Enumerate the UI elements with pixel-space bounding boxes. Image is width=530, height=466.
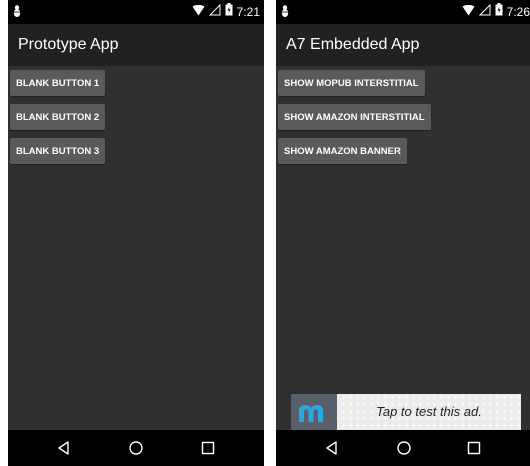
wifi-icon bbox=[192, 3, 205, 21]
recents-icon[interactable] bbox=[198, 438, 218, 458]
back-icon[interactable] bbox=[54, 438, 74, 458]
navigation-bar bbox=[8, 430, 264, 466]
action-bar: A7 Embedded App bbox=[276, 24, 530, 66]
mopub-logo-icon bbox=[291, 394, 337, 430]
navigation-bar bbox=[276, 430, 530, 466]
phone-screen-embedded: 7:26 A7 Embedded App SHOW MOPUB INTERSTI… bbox=[276, 0, 530, 466]
signal-icon bbox=[478, 3, 491, 21]
android-debug-icon bbox=[12, 4, 24, 20]
phone-screen-prototype: 7:21 Prototype App BLANK BUTTON 1 BLANK … bbox=[8, 0, 264, 466]
status-bar: 7:21 bbox=[8, 0, 264, 24]
content-area: BLANK BUTTON 1 BLANK BUTTON 2 BLANK BUTT… bbox=[8, 66, 264, 430]
content-area: SHOW MOPUB INTERSTITIAL SHOW AMAZON INTE… bbox=[276, 66, 530, 430]
app-title: A7 Embedded App bbox=[286, 36, 420, 53]
show-amazon-interstitial-button[interactable]: SHOW AMAZON INTERSTITIAL bbox=[278, 104, 431, 130]
battery-icon bbox=[225, 3, 233, 21]
home-icon[interactable] bbox=[394, 438, 414, 458]
home-icon[interactable] bbox=[126, 438, 146, 458]
blank-button-1[interactable]: BLANK BUTTON 1 bbox=[10, 70, 106, 96]
recents-icon[interactable] bbox=[464, 438, 484, 458]
action-bar: Prototype App bbox=[8, 24, 264, 66]
ad-banner-text: Tap to test this ad. bbox=[376, 404, 482, 419]
status-bar: 7:26 bbox=[276, 0, 530, 24]
show-mopub-interstitial-button[interactable]: SHOW MOPUB INTERSTITIAL bbox=[278, 70, 425, 96]
battery-icon bbox=[495, 3, 503, 21]
screenshot-pair: 7:21 Prototype App BLANK BUTTON 1 BLANK … bbox=[0, 0, 530, 466]
app-title: Prototype App bbox=[18, 36, 119, 53]
ad-banner[interactable]: Tap to test this ad. bbox=[291, 394, 521, 430]
android-debug-icon bbox=[280, 4, 292, 20]
wifi-icon bbox=[462, 3, 475, 21]
signal-icon bbox=[208, 3, 221, 21]
show-amazon-banner-button[interactable]: SHOW AMAZON BANNER bbox=[278, 138, 407, 164]
status-time: 7:26 bbox=[506, 5, 530, 19]
status-time: 7:21 bbox=[236, 5, 260, 19]
back-icon[interactable] bbox=[322, 438, 342, 458]
blank-button-2[interactable]: BLANK BUTTON 2 bbox=[10, 104, 106, 130]
blank-button-3[interactable]: BLANK BUTTON 3 bbox=[10, 138, 106, 164]
